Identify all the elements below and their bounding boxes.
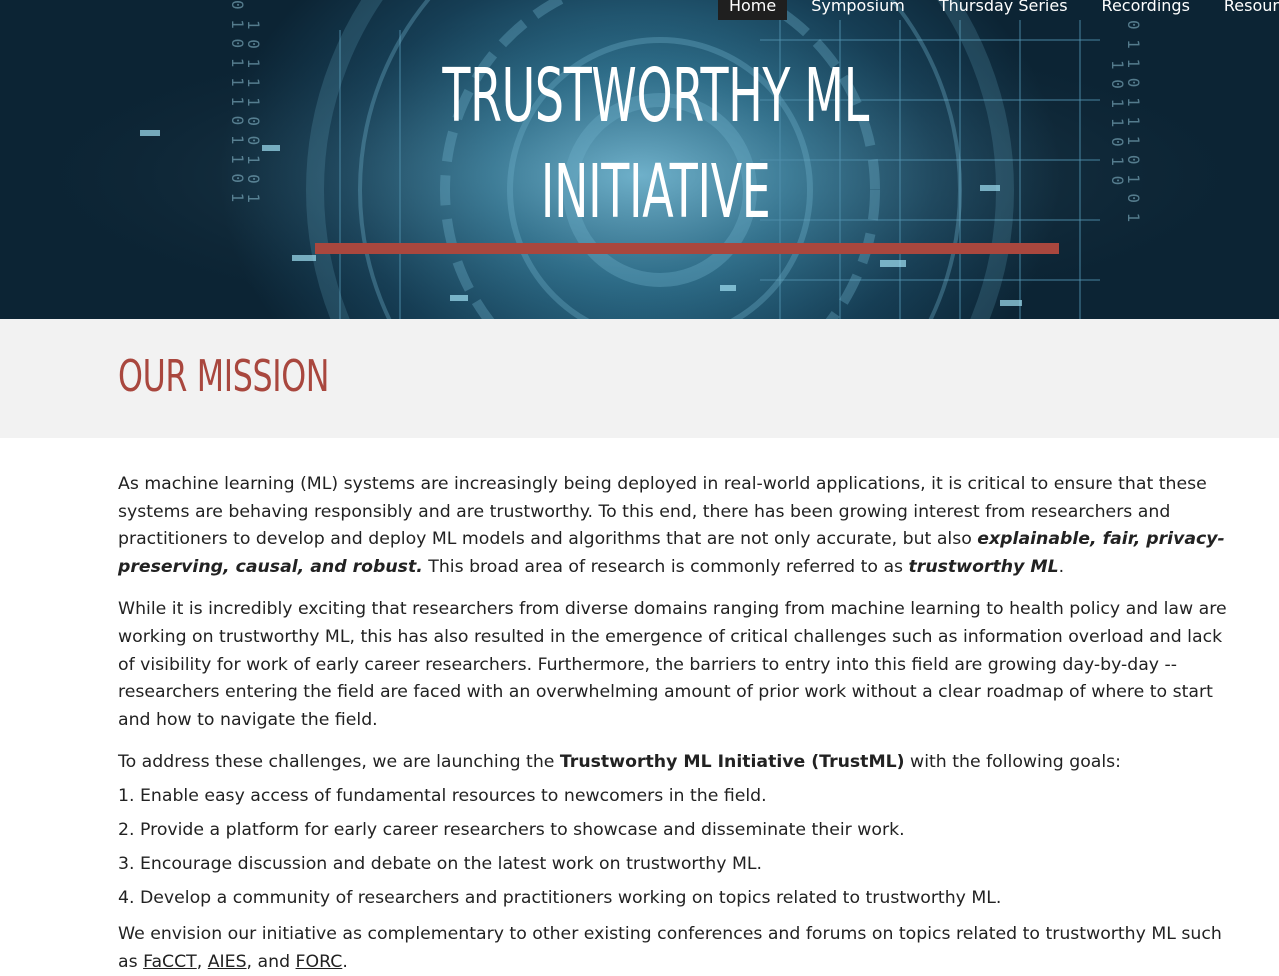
nav-recordings[interactable]: Recordings bbox=[1085, 0, 1207, 20]
p3-text-c: with the following goals: bbox=[904, 752, 1122, 773]
goal-item: 1. Enable easy access of fundamental res… bbox=[118, 785, 767, 806]
p4-end: . bbox=[342, 951, 348, 972]
mission-paragraph-3: To address these challenges, we are laun… bbox=[118, 749, 1241, 777]
mission-heading-band: OUR MISSION bbox=[0, 319, 1279, 438]
nav-thursday-series[interactable]: Thursday Series bbox=[922, 0, 1085, 20]
mission-paragraph-4: We envision our initiative as complement… bbox=[118, 921, 1241, 976]
site-title-line2: INITIATIVE bbox=[540, 149, 771, 235]
nav-home[interactable]: Home bbox=[717, 0, 788, 20]
p1-emphasis-term: trustworthy ML bbox=[908, 556, 1059, 577]
mission-heading: OUR MISSION bbox=[118, 351, 330, 402]
title-accent-rule bbox=[315, 243, 1059, 254]
p4-sep-1: , bbox=[196, 951, 203, 972]
mission-paragraph-1: As machine learning (ML) systems are inc… bbox=[118, 471, 1241, 581]
goal-item: 2. Provide a platform for early career r… bbox=[118, 819, 905, 840]
p1-text-b: This broad area of research is commonly … bbox=[422, 556, 909, 577]
hero-banner: 0 1 0 1 1 1 0 1 1 0 1 1 0 1 1 1 0 0 1 0 … bbox=[0, 0, 1279, 319]
top-navigation: Home Symposium Thursday Series Recording… bbox=[717, 0, 1279, 22]
goals-list: 1. Enable easy access of fundamental res… bbox=[118, 783, 1241, 912]
goal-item: 4. Develop a community of researchers an… bbox=[118, 887, 1002, 908]
p3-initiative-name: Trustworthy ML Initiative (TrustML) bbox=[559, 752, 905, 773]
goal-item: 3. Encourage discussion and debate on th… bbox=[118, 853, 762, 874]
facct-link[interactable]: FaCCT bbox=[143, 952, 197, 972]
nav-symposium[interactable]: Symposium bbox=[794, 0, 922, 20]
forc-link[interactable]: FORC bbox=[296, 952, 343, 972]
site-title: TRUSTWORTHY ML INITIATIVE bbox=[259, 48, 1052, 240]
p1-text-c: . bbox=[1058, 556, 1065, 577]
aies-link[interactable]: AIES bbox=[208, 952, 247, 972]
site-title-line1: TRUSTWORTHY ML bbox=[442, 53, 869, 139]
mission-content: As machine learning (ML) systems are inc… bbox=[0, 438, 1279, 976]
svg-text:1 0 1 1 0 1 0: 1 0 1 1 0 1 0 bbox=[1108, 60, 1127, 185]
p4-sep-2: , and bbox=[246, 951, 296, 972]
nav-resources[interactable]: Resour bbox=[1207, 0, 1279, 20]
mission-paragraph-2: While it is incredibly exciting that res… bbox=[118, 599, 1227, 730]
p3-text-a: To address these challenges, we are laun… bbox=[118, 752, 560, 773]
